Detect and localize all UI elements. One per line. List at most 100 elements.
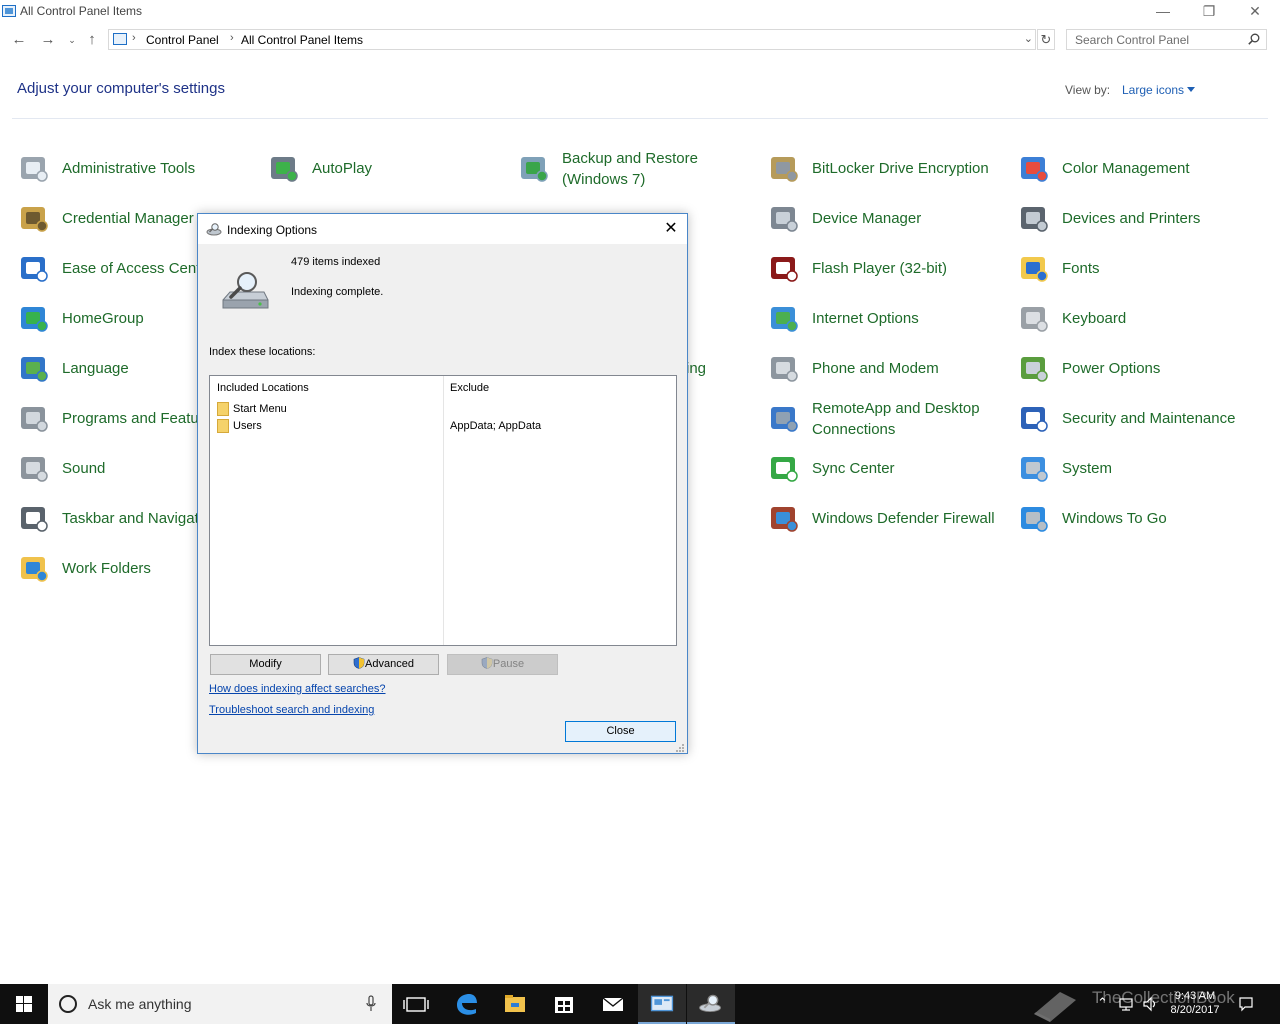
search-box[interactable] [1066, 29, 1267, 50]
mail-icon[interactable] [589, 984, 637, 1024]
control-panel-item-label: Security and Maintenance [1062, 410, 1236, 427]
control-panel-item[interactable]: Flash Player (32-bit) [768, 250, 1018, 290]
task-view-icon[interactable] [392, 984, 440, 1024]
bitlocker-icon [771, 157, 798, 182]
printer-icon [1021, 207, 1048, 232]
control-panel-item[interactable]: Color Management [1018, 150, 1268, 190]
action-center-icon[interactable] [1238, 996, 1254, 1012]
network-icon[interactable] [1118, 996, 1134, 1012]
folder-icon [217, 419, 229, 433]
indexing-status: Indexing complete. [291, 286, 384, 298]
cortana-icon [59, 995, 77, 1013]
language-icon [21, 357, 48, 382]
internet-options-icon [771, 307, 798, 332]
phone-modem-icon [771, 357, 798, 382]
control-panel-item[interactable]: Power Options [1018, 350, 1268, 390]
control-panel-item-label: Windows Defender Firewall [812, 510, 995, 527]
edge-browser-icon[interactable] [442, 984, 490, 1024]
list-item[interactable]: Start Menu [217, 401, 437, 417]
uac-shield-icon [481, 657, 493, 669]
restore-button[interactable]: ❐ [1186, 0, 1232, 24]
control-panel-item[interactable]: Administrative Tools [18, 150, 268, 190]
ease-of-access-icon [21, 257, 48, 282]
pause-button[interactable]: Pause [447, 654, 558, 675]
control-panel-item-label: Administrative Tools [62, 160, 196, 177]
admin-tools-icon [21, 157, 48, 182]
close-window-button[interactable]: ✕ [1232, 0, 1278, 24]
indexing-options-dialog: Indexing Options ✕ 479 items indexed Ind… [197, 213, 688, 754]
autoplay-icon [271, 157, 298, 182]
control-panel-item-label: Language [62, 360, 129, 377]
file-explorer-icon[interactable] [491, 984, 539, 1024]
resize-grip-icon[interactable] [675, 743, 685, 753]
control-panel-item[interactable]: Fonts [1018, 250, 1268, 290]
control-panel-item-label: Sync Center [812, 460, 895, 477]
how-indexing-affects-link[interactable]: How does indexing affect searches? [209, 683, 386, 695]
volume-icon[interactable] [1142, 996, 1158, 1012]
control-panel-item-label: Programs and Features [62, 410, 220, 427]
control-panel-item-label: Backup and Restore (Windows 7) [562, 150, 698, 188]
control-panel-item[interactable]: Device Manager [768, 200, 1018, 240]
list-item[interactable]: Users AppData; AppData [217, 418, 677, 434]
control-panel-item[interactable]: Backup and Restore (Windows 7) [518, 150, 768, 190]
system-clock[interactable]: 9:43 AM 8/20/2017 [1160, 989, 1230, 1017]
keyboard-icon [1021, 307, 1048, 332]
control-panel-item[interactable]: Sync Center [768, 450, 1018, 490]
search-icon[interactable] [1248, 33, 1260, 45]
folder-icon [217, 402, 229, 416]
control-panel-item[interactable]: RemoteApp and Desktop Connections [768, 400, 1018, 440]
window-title: All Control Panel Items [20, 4, 143, 18]
control-panel-item[interactable]: Internet Options [768, 300, 1018, 340]
refresh-button[interactable]: ↻ [1037, 29, 1055, 50]
breadcrumb-control-panel[interactable]: Control Panel [146, 33, 219, 47]
control-panel-item-label: Fonts [1062, 260, 1100, 277]
remoteapp-icon [771, 407, 798, 432]
control-panel-item[interactable]: Phone and Modem [768, 350, 1018, 390]
backup-icon [521, 157, 548, 182]
modify-button[interactable]: Modify [210, 654, 321, 675]
windows-to-go-icon [1021, 507, 1048, 532]
forward-button[interactable]: → [38, 30, 58, 50]
control-panel-item[interactable]: Devices and Printers [1018, 200, 1268, 240]
cortana-search-box[interactable]: Ask me anything [48, 984, 392, 1024]
page-title: Adjust your computer's settings [17, 80, 225, 97]
windows-start-icon[interactable] [0, 984, 48, 1024]
control-panel-taskbar-icon[interactable] [638, 984, 686, 1024]
flash-player-icon [771, 257, 798, 282]
advanced-button[interactable]: Advanced [328, 654, 439, 675]
view-by-dropdown[interactable]: Large icons [1122, 83, 1184, 97]
minimize-button[interactable]: — [1140, 0, 1186, 24]
chevron-down-icon[interactable]: ⌄ [1024, 32, 1033, 45]
control-panel-item[interactable]: Windows To Go [1018, 500, 1268, 540]
control-panel-item[interactable]: AutoPlay [268, 150, 518, 190]
control-panel-item-label: Devices and Printers [1062, 210, 1201, 227]
dialog-close-icon[interactable]: ✕ [660, 219, 682, 239]
caret-down-icon[interactable] [1187, 87, 1195, 92]
homegroup-icon [21, 307, 48, 332]
control-panel-item[interactable]: Security and Maintenance [1018, 400, 1268, 440]
address-bar[interactable]: › Control Panel › All Control Panel Item… [108, 29, 1036, 50]
breadcrumb-all-items[interactable]: All Control Panel Items [241, 33, 363, 47]
chevron-right-icon[interactable]: › [230, 32, 234, 44]
clock-date: 8/20/2017 [1170, 1004, 1220, 1016]
control-panel-item[interactable]: Keyboard [1018, 300, 1268, 340]
microphone-icon[interactable] [366, 995, 376, 1013]
control-panel-item-label: Color Management [1062, 160, 1190, 177]
close-button[interactable]: Close [565, 721, 676, 742]
search-input[interactable] [1067, 30, 1253, 49]
show-hidden-icons[interactable]: ⌃ [1097, 995, 1108, 1011]
store-icon[interactable] [540, 984, 588, 1024]
locations-list[interactable]: Included Locations Exclude Start Menu Us… [209, 375, 677, 646]
indexing-taskbar-icon[interactable] [687, 984, 735, 1024]
recent-locations-dropdown[interactable]: ⌄ [62, 30, 82, 50]
up-button[interactable]: ↑ [82, 30, 102, 50]
column-header-included[interactable]: Included Locations [217, 382, 309, 394]
back-button[interactable]: ← [9, 30, 29, 50]
control-panel-item[interactable]: System [1018, 450, 1268, 490]
control-panel-item[interactable]: Windows Defender Firewall [768, 500, 1018, 540]
column-header-exclude[interactable]: Exclude [450, 382, 489, 394]
cortana-search-text: Ask me anything [88, 996, 192, 1012]
troubleshoot-link[interactable]: Troubleshoot search and indexing [209, 704, 374, 716]
control-panel-item[interactable]: BitLocker Drive Encryption [768, 150, 1018, 190]
chevron-right-icon[interactable]: › [132, 32, 136, 44]
